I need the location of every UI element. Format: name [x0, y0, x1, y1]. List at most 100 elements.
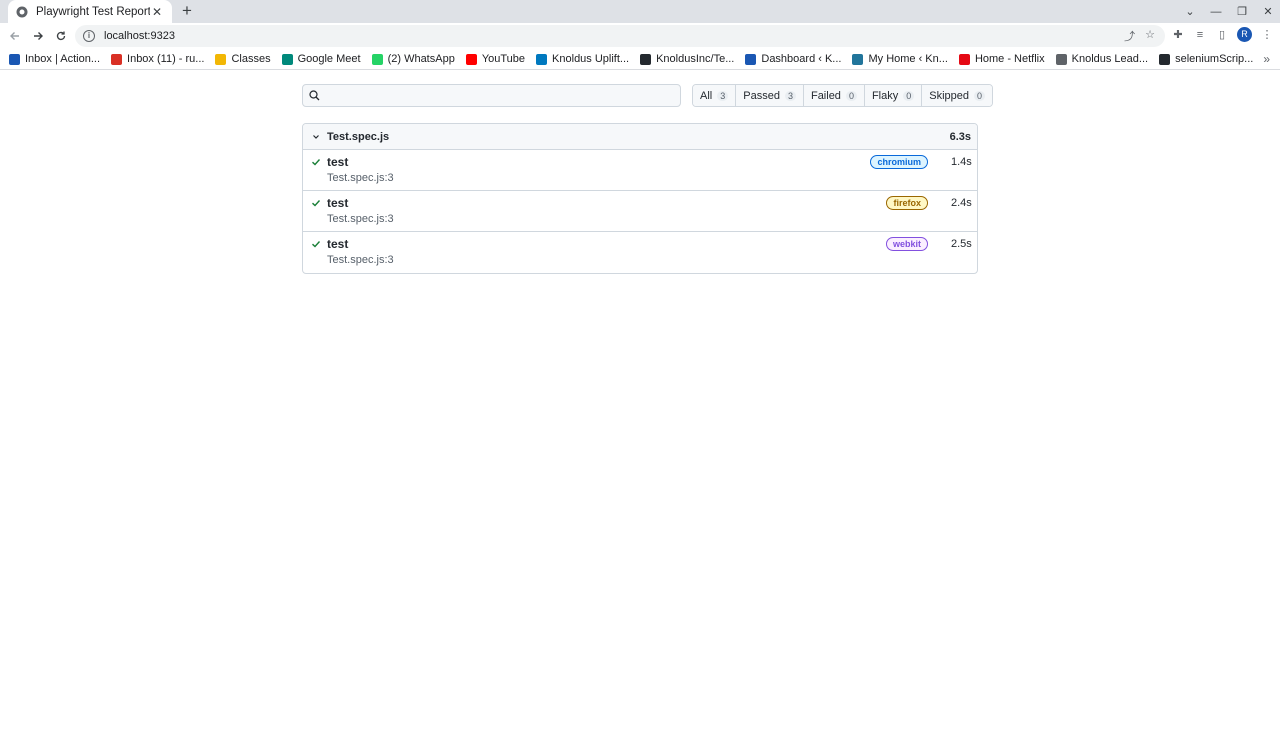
filter-count: 3	[784, 90, 796, 101]
bookmark-label: Inbox (11) - ru...	[127, 53, 205, 65]
bookmark-label: Dashboard ‹ K...	[761, 53, 842, 65]
bookmarks-bar: Inbox | Action... Inbox (11) - ru... Class…	[0, 49, 1280, 70]
test-file-name: Test.spec.js	[327, 130, 390, 143]
filter-label: Skipped	[929, 89, 970, 102]
chevron-down-icon	[311, 132, 321, 142]
github-icon	[1159, 53, 1171, 65]
bookmark-item[interactable]: KnoldusInc/Te...	[640, 53, 734, 65]
bookmark-item[interactable]: (2) WhatsApp	[371, 53, 455, 65]
test-report: All 3 Passed 3 Failed 0 Flaky 0 Skipped 0 Test.sp…	[0, 71, 1280, 729]
back-icon[interactable]	[5, 26, 25, 46]
filter-count: 0	[974, 90, 986, 101]
tab-search-icon[interactable]: ⌄	[1178, 5, 1202, 18]
globe-icon	[1055, 53, 1067, 65]
wordpress-icon	[852, 53, 864, 65]
tab-strip: Playwright Test Report ✕ + ⌄ — ❐ ✕	[0, 0, 1280, 23]
test-file-duration: 6.3s	[949, 130, 971, 143]
tab-title: Playwright Test Report	[36, 5, 150, 18]
menu-kebab-icon[interactable]: ⋮	[1260, 28, 1274, 42]
side-panel-icon[interactable]: ▯	[1215, 28, 1229, 42]
bookmark-item[interactable]: Knoldus Uplift...	[536, 53, 629, 65]
filter-failed[interactable]: Failed 0	[803, 85, 865, 106]
test-title[interactable]: test	[327, 237, 886, 251]
project-badge[interactable]: chromium	[870, 155, 928, 169]
test-title[interactable]: test	[327, 155, 870, 169]
bookmark-label: seleniumScrip...	[1175, 53, 1254, 65]
bookmark-item[interactable]: My Home ‹ Kn...	[852, 53, 948, 65]
bookmark-item[interactable]: Inbox | Action...	[9, 53, 100, 65]
test-row[interactable]: test chromium 1.4s Test.spec.js:3	[303, 150, 977, 191]
bookmark-item[interactable]: seleniumScrip...	[1159, 53, 1253, 65]
search-input[interactable]	[326, 88, 666, 103]
browser-toolbar: i localhost:9323 ⤴ ☆ ✚ ≡ ▯ R ⋮	[0, 23, 1280, 49]
project-badge[interactable]: firefox	[886, 196, 928, 210]
bookmark-star-icon[interactable]: ☆	[1145, 28, 1155, 44]
bookmark-item[interactable]: Knoldus Lead...	[1055, 53, 1149, 65]
filter-count: 0	[845, 90, 857, 101]
bookmark-item[interactable]: YouTube	[465, 53, 526, 65]
bookmark-label: Classes	[231, 53, 271, 65]
test-file-group: Test.spec.js 6.3s test chromium 1.4s Test.s…	[302, 123, 978, 274]
new-tab-icon[interactable]: +	[178, 2, 196, 20]
bookmark-label: (2) WhatsApp	[387, 53, 455, 65]
bookmarks-overflow-icon[interactable]: »	[1263, 52, 1270, 66]
bookmark-item[interactable]: Dashboard ‹ K...	[745, 53, 841, 65]
filter-count: 3	[717, 90, 729, 101]
address-bar[interactable]: i localhost:9323 ⤴ ☆	[75, 25, 1165, 47]
tab-close-icon[interactable]: ✕	[150, 5, 164, 19]
project-badge[interactable]: webkit	[885, 237, 928, 251]
test-row[interactable]: test firefox 2.4s Test.spec.js:3	[303, 191, 977, 232]
bookmark-label: Google Meet	[297, 53, 361, 65]
filter-label: Flaky	[871, 89, 899, 102]
filter-skipped[interactable]: Skipped 0	[922, 85, 993, 106]
share-icon[interactable]: ⤴	[1124, 28, 1135, 44]
extensions-icon[interactable]: ✚	[1171, 28, 1185, 42]
bookmark-label: Inbox | Action...	[25, 53, 101, 65]
youtube-icon	[465, 53, 477, 65]
close-window-icon[interactable]: ✕	[1256, 5, 1280, 18]
meet-icon	[281, 53, 293, 65]
test-location: Test.spec.js:3	[327, 172, 394, 184]
restore-icon[interactable]: ❐	[1230, 5, 1254, 18]
reading-list-icon[interactable]: ≡	[1193, 28, 1207, 42]
dashboard-icon	[745, 53, 757, 65]
profile-avatar[interactable]: R	[1237, 27, 1252, 42]
gmail-icon	[111, 53, 123, 65]
test-file-header[interactable]: Test.spec.js 6.3s	[303, 124, 977, 150]
filter-all[interactable]: All 3	[693, 85, 737, 106]
bookmark-item[interactable]: Home - Netflix	[958, 53, 1045, 65]
passed-check-icon	[311, 157, 321, 167]
k-icon	[9, 53, 20, 65]
bookmark-label: Knoldus Lead...	[1071, 53, 1149, 65]
site-info-icon[interactable]: i	[83, 30, 95, 42]
filter-flaky[interactable]: Flaky 0	[864, 85, 923, 106]
bookmark-label: YouTube	[481, 53, 526, 65]
test-title[interactable]: test	[327, 196, 886, 210]
search-box[interactable]	[302, 84, 681, 107]
bookmark-item[interactable]: Google Meet	[281, 53, 361, 65]
test-duration: 1.4s	[951, 156, 972, 168]
netflix-icon	[958, 53, 970, 65]
bookmark-item[interactable]: Inbox (11) - ru...	[111, 53, 204, 65]
filter-passed[interactable]: Passed 3	[736, 85, 804, 106]
bookmark-item[interactable]: Classes	[215, 53, 271, 65]
status-filters: All 3 Passed 3 Failed 0 Flaky 0 Skipped 0	[692, 84, 994, 107]
browser-tab[interactable]: Playwright Test Report ✕	[8, 0, 172, 23]
test-row[interactable]: test webkit 2.5s Test.spec.js:3	[303, 232, 977, 273]
github-icon	[640, 53, 652, 65]
bookmark-label: KnoldusInc/Te...	[656, 53, 735, 65]
passed-check-icon	[311, 239, 321, 249]
test-location: Test.spec.js:3	[327, 213, 394, 225]
bookmark-label: Home - Netflix	[974, 53, 1045, 65]
forward-icon[interactable]	[28, 26, 48, 46]
playwright-favicon-icon	[16, 6, 28, 18]
filter-label: Passed	[743, 89, 780, 102]
filter-label: Failed	[810, 89, 841, 102]
bookmark-label: My Home ‹ Kn...	[868, 53, 948, 65]
whatsapp-icon	[371, 53, 383, 65]
classroom-icon	[215, 53, 227, 65]
trello-icon	[536, 53, 548, 65]
test-location: Test.spec.js:3	[327, 254, 394, 266]
reload-icon[interactable]	[51, 26, 71, 46]
minimize-icon[interactable]: —	[1204, 6, 1228, 18]
